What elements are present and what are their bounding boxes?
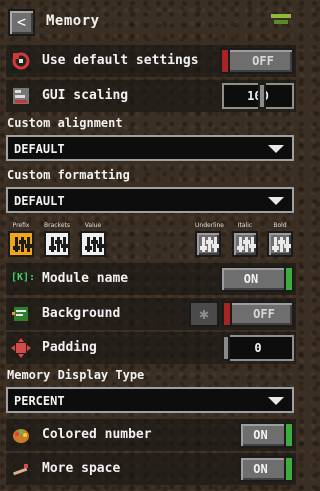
format-value: Value (80, 221, 106, 257)
more-space-label: More space (42, 461, 121, 476)
custom-formatting-value: DEFAULT (14, 194, 65, 208)
format-italic: Italic (232, 221, 258, 257)
gui-scaling-row: GUI scaling 100 (6, 80, 296, 112)
background-label: Background (42, 306, 121, 321)
toggle-knob (284, 458, 292, 480)
toggle-state: ON (243, 272, 259, 286)
memory-settings-screen: < Memory Use default settings OFF GUI sc… (0, 0, 300, 491)
toggle-state: ON (253, 428, 268, 442)
toggle-state: OFF (252, 54, 274, 68)
gui-scaling-slider[interactable]: 100 (222, 83, 294, 109)
memory-logo-icon (271, 14, 291, 30)
custom-formatting-label: Custom formatting (7, 168, 130, 182)
header: < Memory (0, 0, 300, 44)
toggle-knob (222, 50, 230, 72)
padding-slider[interactable]: 0 (222, 335, 294, 361)
chevron-down-icon (268, 397, 284, 405)
chevron-down-icon (268, 145, 284, 153)
toggle-knob (224, 303, 232, 325)
chevron-down-icon (268, 197, 284, 205)
format-brackets: Brackets (44, 221, 70, 257)
format-italic-button[interactable] (232, 231, 258, 257)
custom-alignment-dropdown[interactable]: DEFAULT (6, 135, 294, 161)
padding-row: Padding 0 (6, 332, 296, 364)
display-type-dropdown[interactable]: PERCENT (6, 387, 294, 413)
colored-number-toggle[interactable]: ON (239, 422, 294, 448)
module-name-icon: [K]: (11, 272, 36, 283)
slider-handle[interactable] (222, 335, 230, 361)
toggle-knob (284, 424, 292, 446)
format-bold: Bold (267, 221, 293, 257)
format-prefix: Prefix (8, 221, 34, 257)
format-underline-label: Underline (195, 222, 224, 229)
padding-value: 0 (254, 341, 262, 355)
format-bold-button[interactable] (267, 231, 293, 257)
format-value-label: Value (84, 222, 102, 229)
format-bold-label: Bold (273, 222, 287, 229)
scaling-icon (13, 88, 29, 104)
use-default-settings-toggle[interactable]: OFF (220, 48, 294, 74)
format-italic-label: Italic (237, 222, 253, 229)
padding-label: Padding (42, 340, 97, 355)
gui-scaling-label: GUI scaling (42, 88, 129, 103)
custom-alignment-value: DEFAULT (14, 142, 65, 156)
padding-icon (11, 338, 31, 358)
toggle-state: OFF (253, 307, 275, 321)
more-space-toggle[interactable]: ON (239, 456, 294, 482)
custom-formatting-dropdown[interactable]: DEFAULT (6, 187, 294, 213)
use-default-settings-row: Use default settings OFF (6, 45, 296, 77)
use-default-settings-label: Use default settings (42, 53, 199, 68)
reset-icon (12, 52, 30, 70)
module-name-row: [K]: Module name ON (6, 263, 296, 295)
toggle-knob (284, 268, 292, 290)
format-brackets-button[interactable] (44, 231, 70, 257)
background-row: Background ✱ OFF (6, 298, 296, 330)
slider-handle[interactable] (258, 83, 266, 109)
module-name-toggle[interactable]: ON (220, 266, 294, 292)
colored-number-row: Colored number ON (6, 419, 296, 451)
colored-number-label: Colored number (42, 427, 152, 442)
more-space-row: More space ON (6, 453, 296, 485)
toggle-state: ON (253, 462, 268, 476)
module-name-label: Module name (42, 271, 129, 286)
background-toggle[interactable]: OFF (222, 301, 294, 327)
format-value-button[interactable] (80, 231, 106, 257)
format-underline: Underline (195, 221, 224, 257)
palette-icon (13, 429, 29, 443)
format-prefix-label: Prefix (12, 222, 30, 229)
background-settings-button[interactable]: ✱ (189, 301, 219, 327)
format-underline-button[interactable] (195, 231, 221, 257)
background-icon (12, 307, 28, 321)
display-type-value: PERCENT (14, 394, 65, 408)
format-prefix-button[interactable] (8, 231, 34, 257)
back-arrow-icon: < (16, 13, 27, 31)
page-title: Memory (46, 13, 100, 29)
format-brackets-label: Brackets (44, 222, 70, 229)
back-button[interactable]: < (8, 9, 35, 36)
custom-alignment-label: Custom alignment (7, 116, 123, 130)
display-type-label: Memory Display Type (7, 368, 145, 382)
space-icon (13, 464, 28, 476)
gear-icon: ✱ (199, 304, 209, 323)
